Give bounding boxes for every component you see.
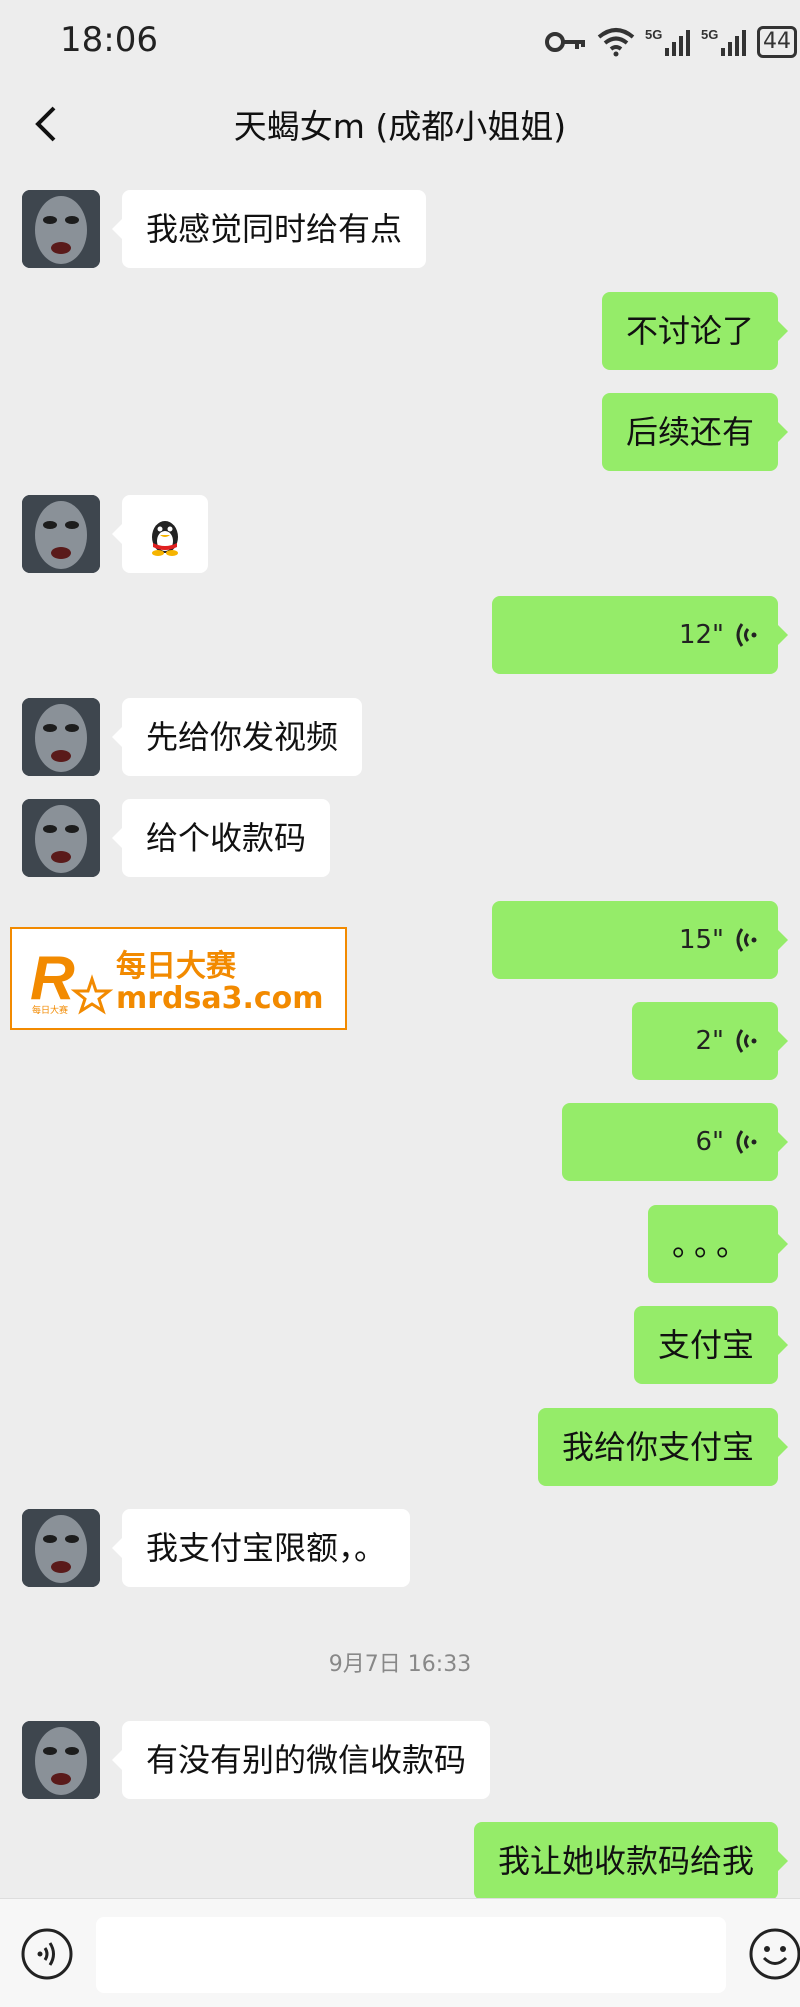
qq-penguin-icon bbox=[152, 521, 178, 556]
voice-duration: 15" bbox=[678, 925, 724, 955]
sent-message[interactable]: 我让她收款码给我 bbox=[473, 1822, 789, 1900]
received-message[interactable]: 我支付宝限额，。 bbox=[111, 1509, 411, 1587]
svg-text:每日大赛: 每日大赛 bbox=[32, 1004, 68, 1016]
voice-input-icon[interactable] bbox=[20, 1927, 74, 1981]
voice-message[interactable]: 12" bbox=[492, 596, 788, 674]
key-icon bbox=[545, 32, 585, 52]
message-timestamp: 9月7日 16:33 bbox=[328, 1652, 472, 1677]
battery-icon: 44 bbox=[757, 26, 797, 58]
voice-wave-icon bbox=[736, 1130, 757, 1154]
sent-message[interactable]: 我给你支付宝 bbox=[537, 1408, 789, 1486]
svg-text:R: R bbox=[30, 944, 75, 1013]
received-message[interactable]: 有没有别的微信收款码 bbox=[111, 1721, 491, 1799]
avatar[interactable] bbox=[22, 799, 100, 877]
sticker-message[interactable] bbox=[112, 495, 208, 573]
signal-icon: 5G bbox=[645, 27, 690, 56]
sent-message[interactable]: 后续还有 bbox=[601, 393, 789, 471]
voice-wave-icon bbox=[736, 623, 757, 647]
watermark-banner: R 每日大赛 每日大赛 mrdsa3.com bbox=[10, 927, 347, 1030]
received-message[interactable]: 我感觉同时给有点 bbox=[111, 190, 427, 268]
status-bar: 18:06 5G 5G 44 bbox=[0, 0, 800, 84]
chat-title: 天蝎女m (成都小姐姐) bbox=[233, 107, 567, 146]
signal-icon-2: 5G bbox=[701, 27, 746, 56]
watermark-url: mrdsa3.com bbox=[116, 981, 324, 1016]
status-time: 18:06 bbox=[60, 20, 158, 60]
received-message[interactable]: 先给你发视频 bbox=[111, 698, 363, 776]
watermark-logo: R 每日大赛 bbox=[30, 944, 114, 1016]
voice-duration: 2" bbox=[695, 1026, 724, 1056]
voice-message[interactable]: 2" bbox=[632, 1002, 788, 1080]
voice-duration: 12" bbox=[678, 620, 724, 650]
wifi-icon bbox=[597, 28, 635, 57]
sent-message[interactable]: 不讨论了 bbox=[601, 292, 789, 370]
svg-text:5G: 5G bbox=[701, 27, 718, 42]
avatar[interactable] bbox=[22, 698, 100, 776]
status-icons: 5G 5G 44 bbox=[545, 22, 797, 62]
avatar[interactable] bbox=[22, 495, 100, 573]
sent-message[interactable]: 。。。 bbox=[647, 1205, 789, 1283]
avatar[interactable] bbox=[22, 1721, 100, 1799]
voice-duration: 6" bbox=[695, 1127, 724, 1157]
avatar[interactable] bbox=[22, 1509, 100, 1587]
received-message[interactable]: 给个收款码 bbox=[111, 799, 331, 877]
svg-text:5G: 5G bbox=[645, 27, 662, 42]
avatar[interactable] bbox=[22, 190, 100, 268]
voice-wave-icon bbox=[736, 1029, 757, 1053]
sent-message[interactable]: 支付宝 bbox=[633, 1306, 789, 1384]
input-bar bbox=[0, 1898, 800, 2007]
emoji-icon[interactable] bbox=[748, 1927, 800, 1981]
voice-wave-icon bbox=[736, 928, 757, 952]
chat-header: 天蝎女m (成都小姐姐) bbox=[0, 84, 800, 162]
voice-message[interactable]: 6" bbox=[562, 1103, 788, 1181]
voice-message[interactable]: 15" bbox=[492, 901, 788, 979]
message-input[interactable] bbox=[96, 1917, 726, 1993]
watermark-name: 每日大赛 bbox=[116, 949, 236, 984]
